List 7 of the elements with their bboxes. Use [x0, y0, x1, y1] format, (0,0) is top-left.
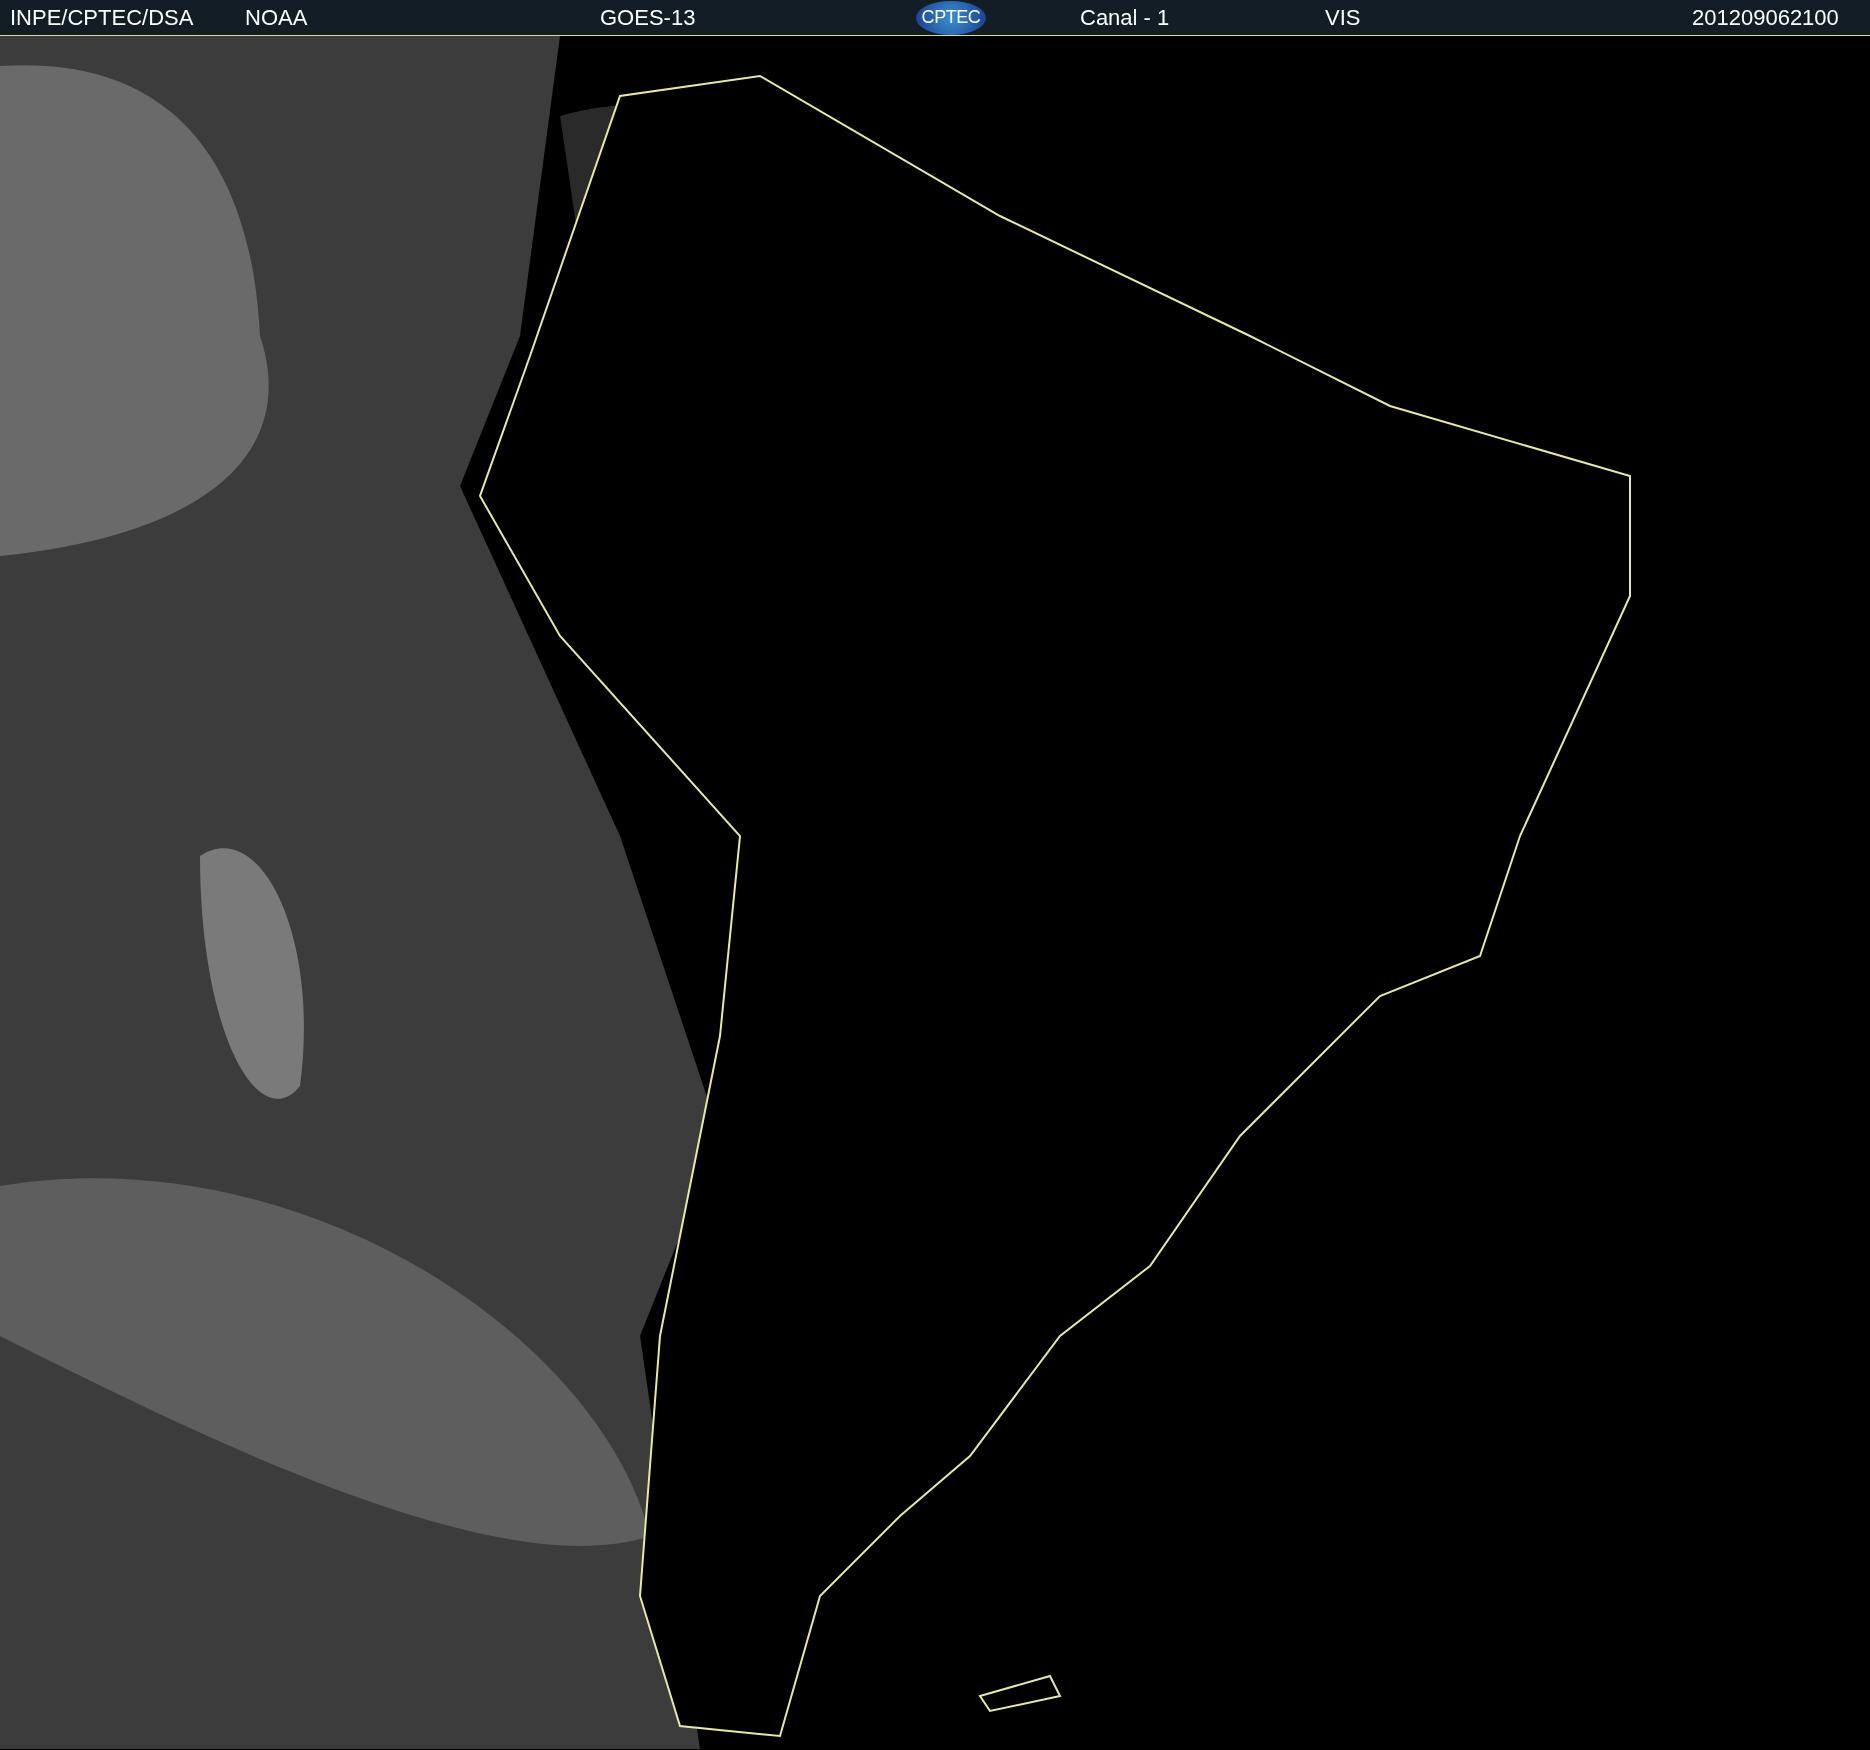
source-label: INPE/CPTEC/DSA [10, 4, 195, 32]
band-label: VIS [1325, 4, 1362, 32]
satellite-label: GOES-13 [600, 4, 697, 32]
timestamp-label: 201209062100 [1692, 4, 1839, 32]
agency-label: NOAA [245, 4, 309, 32]
channel-label: Canal - 1 [1080, 4, 1171, 32]
logo: CPTEC [916, 0, 986, 35]
